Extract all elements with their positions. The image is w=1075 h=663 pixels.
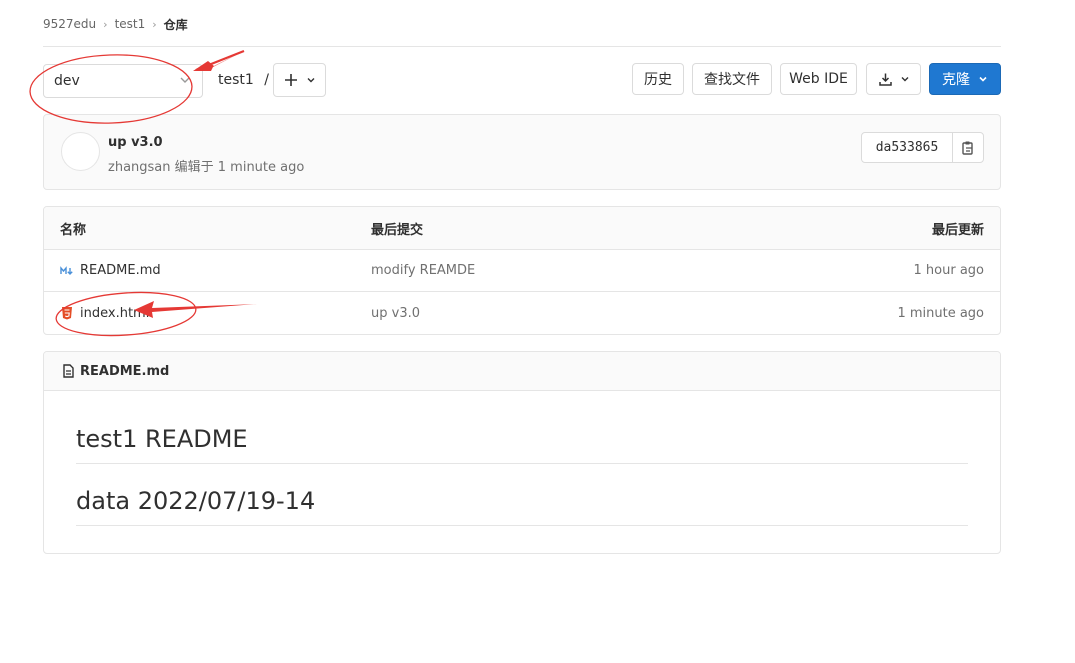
plus-icon [284, 74, 297, 86]
header-last-commit: 最后提交 [371, 222, 424, 238]
header-name: 名称 [60, 222, 87, 238]
file-commit-message[interactable]: up v3.0 [371, 292, 420, 334]
branch-name: dev [54, 73, 80, 89]
history-button[interactable]: 历史 [632, 63, 684, 95]
breadcrumb-current[interactable]: 仓库 [164, 16, 188, 33]
file-name-cell: README.md [60, 250, 161, 291]
readme-header: README.md [44, 352, 1000, 391]
chevron-down-icon [979, 76, 987, 82]
chevron-right-icon: › [103, 17, 108, 31]
readme-heading-1: test1 README [76, 425, 968, 464]
breadcrumb-project[interactable]: test1 [115, 17, 146, 31]
last-commit-panel: up v3.0 zhangsan 编辑于 1 minute ago da5338… [43, 114, 1001, 190]
file-commit-message[interactable]: modify REAMDE [371, 250, 475, 291]
branch-dropdown[interactable]: dev [43, 64, 203, 98]
commit-title[interactable]: up v3.0 [108, 135, 163, 150]
chevron-right-icon: › [152, 17, 157, 31]
file-updated: 1 hour ago [913, 263, 984, 278]
annotation-arrow-shaft [195, 49, 245, 72]
avatar[interactable] [61, 132, 100, 171]
divider [43, 46, 1001, 47]
copy-sha-button[interactable] [953, 133, 983, 162]
file-name-cell: index.html [60, 292, 149, 334]
readme-panel: README.md test1 README data 2022/07/19-1… [43, 351, 1001, 554]
add-dropdown-button[interactable] [273, 63, 326, 97]
table-row[interactable]: README.md modify REAMDE 1 hour ago [44, 250, 1000, 292]
chevron-down-icon [307, 78, 314, 83]
repo-path: test1 / [218, 72, 269, 88]
clone-dropdown-button[interactable]: 克隆 [929, 63, 1001, 95]
readme-filename[interactable]: README.md [80, 364, 169, 379]
commit-meta: zhangsan 编辑于 1 minute ago [108, 160, 305, 175]
chevron-down-icon [180, 77, 190, 83]
table-row[interactable]: index.html up v3.0 1 minute ago [44, 292, 1000, 334]
commit-sha[interactable]: da533865 [862, 133, 953, 162]
markdown-icon [60, 265, 73, 275]
file-link[interactable]: README.md [80, 263, 161, 278]
chevron-down-icon [901, 77, 908, 82]
breadcrumb: 9527edu › test1 › 仓库 [43, 15, 188, 33]
find-file-button[interactable]: 查找文件 [692, 63, 772, 95]
readme-heading-2: data 2022/07/19-14 [76, 487, 968, 526]
download-dropdown-button[interactable] [866, 63, 921, 95]
commit-sha-group: da533865 [861, 132, 984, 163]
file-table: 名称 最后提交 最后更新 README.md modify REAMDE 1 h… [43, 206, 1001, 335]
file-link[interactable]: index.html [80, 306, 149, 321]
file-icon [63, 364, 74, 378]
header-last-update: 最后更新 [931, 222, 984, 238]
path-project[interactable]: test1 [218, 72, 254, 88]
clone-label: 克隆 [942, 72, 970, 88]
html5-icon [62, 307, 72, 320]
table-header: 名称 最后提交 最后更新 [44, 207, 1000, 250]
path-separator: / [264, 72, 269, 88]
file-updated: 1 minute ago [897, 305, 984, 321]
download-icon [878, 73, 892, 86]
clipboard-icon [962, 141, 973, 155]
web-ide-button[interactable]: Web IDE [780, 63, 857, 95]
breadcrumb-group[interactable]: 9527edu [43, 17, 96, 31]
